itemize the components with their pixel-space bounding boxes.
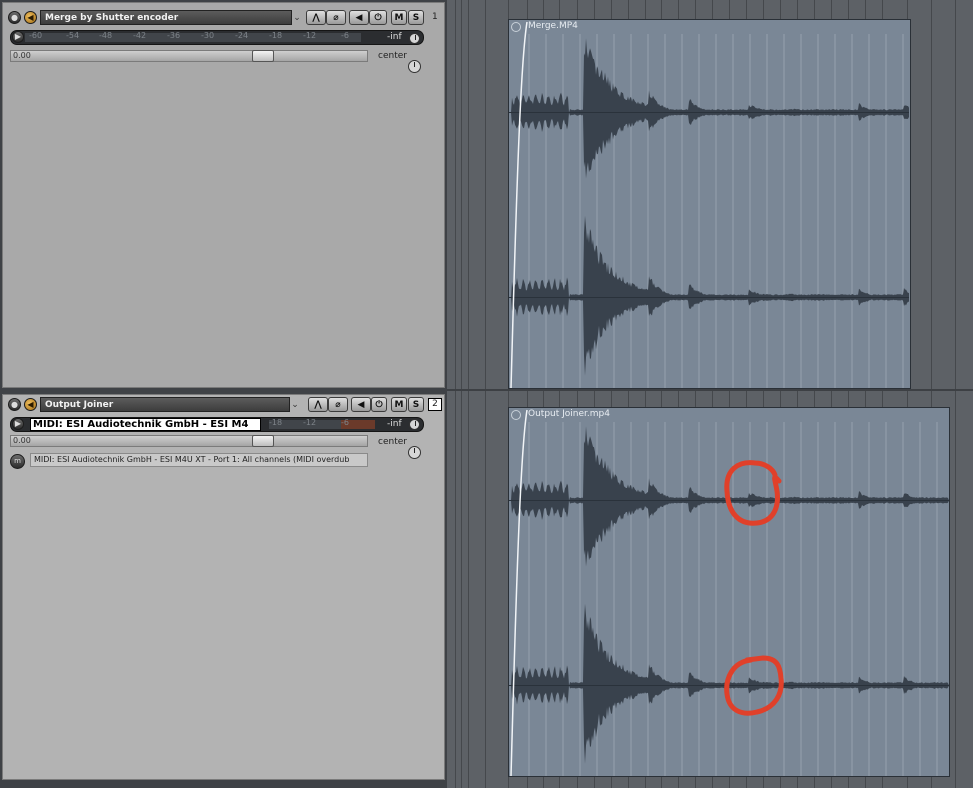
pan-knob[interactable] xyxy=(408,60,421,73)
meter-tick: -12 xyxy=(303,418,317,427)
fade-in-curve[interactable] xyxy=(510,21,528,388)
annotation-circle xyxy=(724,460,782,526)
arrange-view[interactable]: Merge.MP4 Output Joiner.mp4 xyxy=(447,0,973,788)
meter-tick: -18 xyxy=(269,418,283,427)
track-2-controls[interactable]: ● ◀ Output Joiner ⌄ ⋀ ⌀ ◀ ⏻ M S 2 ▶ -18 … xyxy=(2,394,445,780)
midi-icon[interactable]: m xyxy=(10,454,25,469)
level-meter: ▶ -60 -54 -48 -42 -36 -30 -24 -18 -12 -6… xyxy=(10,30,424,45)
media-item[interactable]: Merge.MP4 xyxy=(508,19,911,389)
meter-tick: -36 xyxy=(167,31,181,40)
meter-db-readout: -inf xyxy=(387,32,402,42)
volume-fader[interactable]: 0.00 xyxy=(10,50,368,62)
power-icon[interactable]: ⏻ xyxy=(371,397,387,412)
phase-knob[interactable] xyxy=(409,33,420,44)
grid-line xyxy=(485,0,486,788)
chevron-down-icon[interactable]: ⌄ xyxy=(289,397,301,412)
grid-line xyxy=(461,0,462,788)
meter-tick: -54 xyxy=(66,31,80,40)
meter-tick: -18 xyxy=(269,31,283,40)
waveform-channel xyxy=(509,215,909,376)
record-arm-button[interactable]: ● xyxy=(8,11,21,24)
meter-tick: -6 xyxy=(341,418,349,427)
meter-tick: -24 xyxy=(235,31,249,40)
volume-value: 0.00 xyxy=(13,436,31,445)
envelope-button[interactable]: ⋀ xyxy=(308,397,328,412)
meter-tick: -48 xyxy=(99,31,113,40)
fader-thumb[interactable] xyxy=(252,435,274,447)
pan-label: center xyxy=(378,437,407,447)
volume-value: 0.00 xyxy=(13,51,31,60)
fade-in-curve[interactable] xyxy=(510,409,528,776)
track-name-field[interactable]: Merge by Shutter encoder xyxy=(40,10,292,25)
monitor-button[interactable]: ◀ xyxy=(24,398,37,411)
pan-label: center xyxy=(378,51,407,61)
grid-line xyxy=(455,0,456,788)
phase-button[interactable]: ⌀ xyxy=(326,10,346,25)
solo-button[interactable]: S xyxy=(408,10,424,25)
meter-tick: -6 xyxy=(341,31,349,40)
track-name-field[interactable]: Output Joiner xyxy=(40,397,290,412)
meter-tick: -30 xyxy=(201,31,215,40)
waveform-channel xyxy=(509,38,909,179)
fader-thumb[interactable] xyxy=(252,50,274,62)
chevron-down-icon[interactable]: ⌄ xyxy=(291,10,303,25)
meter-tick: -12 xyxy=(303,31,317,40)
meter-tick: -42 xyxy=(133,31,147,40)
power-icon[interactable]: ⏻ xyxy=(369,10,387,25)
solo-button[interactable]: S xyxy=(408,397,424,412)
record-arm-button[interactable]: ● xyxy=(8,398,21,411)
grid-line xyxy=(955,0,956,788)
input-select[interactable]: MIDI: ESI Audiotechnik GmbH - ESI M4 xyxy=(30,418,261,431)
phase-button[interactable]: ⌀ xyxy=(328,397,348,412)
mute-button[interactable]: M xyxy=(391,397,407,412)
track-divider xyxy=(447,389,973,391)
grid-line xyxy=(468,0,469,788)
play-icon[interactable]: ▶ xyxy=(12,31,24,43)
daw-window: ● ◀ Merge by Shutter encoder ⌄ ⋀ ⌀ ◀ ⏻ M… xyxy=(0,0,973,788)
monitor-button[interactable]: ◀ xyxy=(24,11,37,24)
annotation-circle xyxy=(724,655,784,716)
envelope-button[interactable]: ⋀ xyxy=(306,10,326,25)
phase-knob[interactable] xyxy=(409,419,420,430)
track-control-panel: ● ◀ Merge by Shutter encoder ⌄ ⋀ ⌀ ◀ ⏻ M… xyxy=(0,0,447,788)
track-number: 1 xyxy=(432,12,438,22)
track-number: 2 xyxy=(428,398,442,411)
meter-db-readout: -inf xyxy=(387,419,402,429)
tcp-footer xyxy=(0,780,447,788)
track-1-controls[interactable]: ● ◀ Merge by Shutter encoder ⌄ ⋀ ⌀ ◀ ⏻ M… xyxy=(2,2,445,388)
fx-button[interactable]: ◀ xyxy=(349,10,369,25)
meter-tick: -60 xyxy=(29,31,43,40)
play-icon[interactable]: ▶ xyxy=(12,418,24,430)
mute-button[interactable]: M xyxy=(391,10,407,25)
midi-input-bar[interactable]: MIDI: ESI Audiotechnik GmbH - ESI M4U XT… xyxy=(30,453,368,467)
waveform xyxy=(509,21,909,388)
volume-fader[interactable]: 0.00 xyxy=(10,435,368,447)
fx-button[interactable]: ◀ xyxy=(351,397,371,412)
pan-knob[interactable] xyxy=(408,446,421,459)
